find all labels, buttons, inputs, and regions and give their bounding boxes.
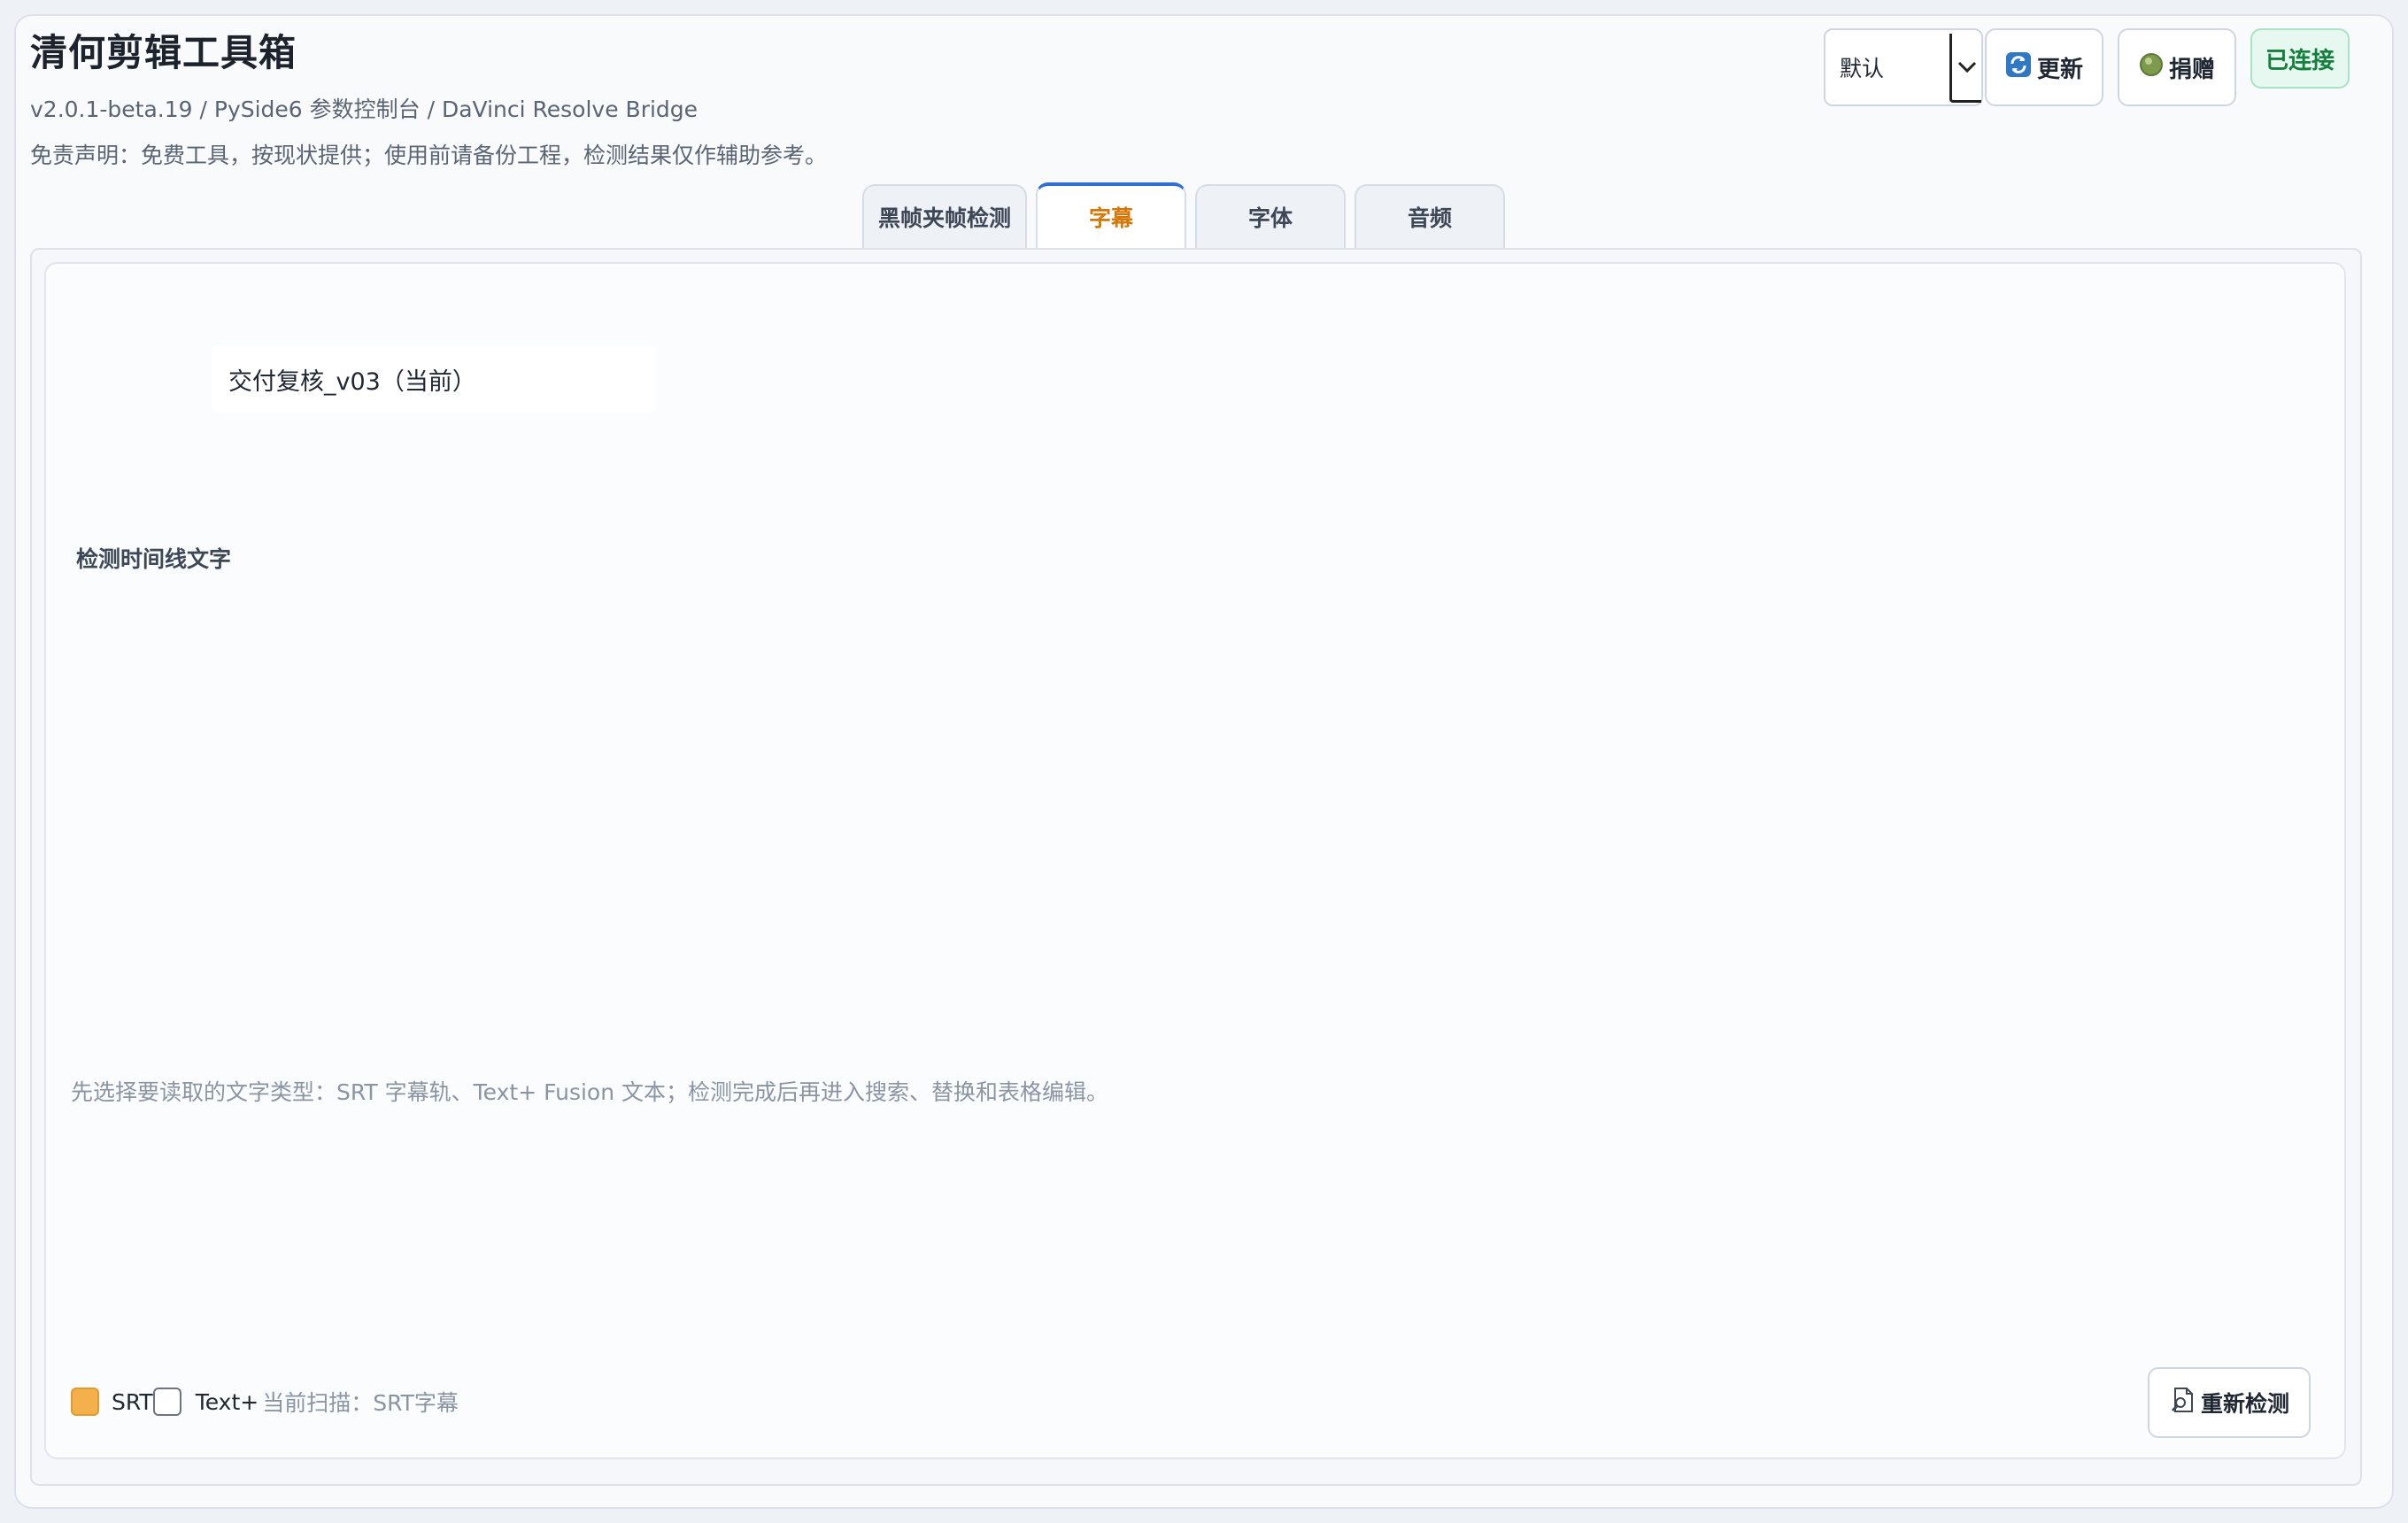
profile-select-value: 默认 (1840, 56, 1885, 81)
tab-subtitles[interactable]: 字幕 (1036, 182, 1186, 248)
update-button[interactable]: 更新 (1985, 28, 2103, 106)
subtitle-panel (44, 262, 2346, 1459)
chevron-down-icon (1949, 34, 1981, 103)
textplus-checkbox[interactable] (152, 1388, 181, 1416)
donate-coin-icon (2139, 52, 2164, 83)
version-subtitle: v2.0.1-beta.19 / PySide6 参数控制台 / DaVinci… (30, 97, 698, 122)
rescan-button[interactable]: 重新检测 (2148, 1367, 2311, 1438)
textplus-label: Text+ (195, 1388, 259, 1415)
text-type-options: SRT Text+ 当前扫描：SRT字幕 (71, 1387, 459, 1417)
tab-audio[interactable]: 音频 (1354, 184, 1505, 248)
profile-select[interactable]: 默认 (1824, 28, 1983, 106)
section-title: 检测时间线文字 (76, 546, 232, 572)
tab-fonts[interactable]: 字体 (1195, 184, 1346, 248)
scan-status: 当前扫描：SRT字幕 (262, 1390, 459, 1416)
connection-status-badge: 已连接 (2250, 28, 2350, 89)
refresh-icon (2005, 51, 2032, 84)
rescan-label: 重新检测 (2200, 1391, 2289, 1417)
app-title: 清何剪辑工具箱 (30, 31, 297, 74)
tab-black-frame-detection[interactable]: 黑帧夹帧检测 (862, 184, 1027, 248)
disclaimer-text: 免责声明：免费工具，按现状提供；使用前请备份工程，检测结果仅作辅助参考。 (30, 143, 828, 168)
srt-label: SRT (112, 1388, 153, 1415)
srt-checkbox[interactable] (71, 1388, 99, 1416)
donate-label: 捐赠 (2168, 56, 2215, 83)
hint-text: 先选择要读取的文字类型：SRT 字幕轨、Text+ Fusion 文本；检测完成… (71, 1079, 1109, 1105)
timeline-name: 交付复核_v03（当前） (212, 345, 655, 413)
document-search-icon (2169, 1386, 2197, 1419)
donate-button[interactable]: 捐赠 (2118, 28, 2236, 106)
update-label: 更新 (2036, 56, 2083, 83)
